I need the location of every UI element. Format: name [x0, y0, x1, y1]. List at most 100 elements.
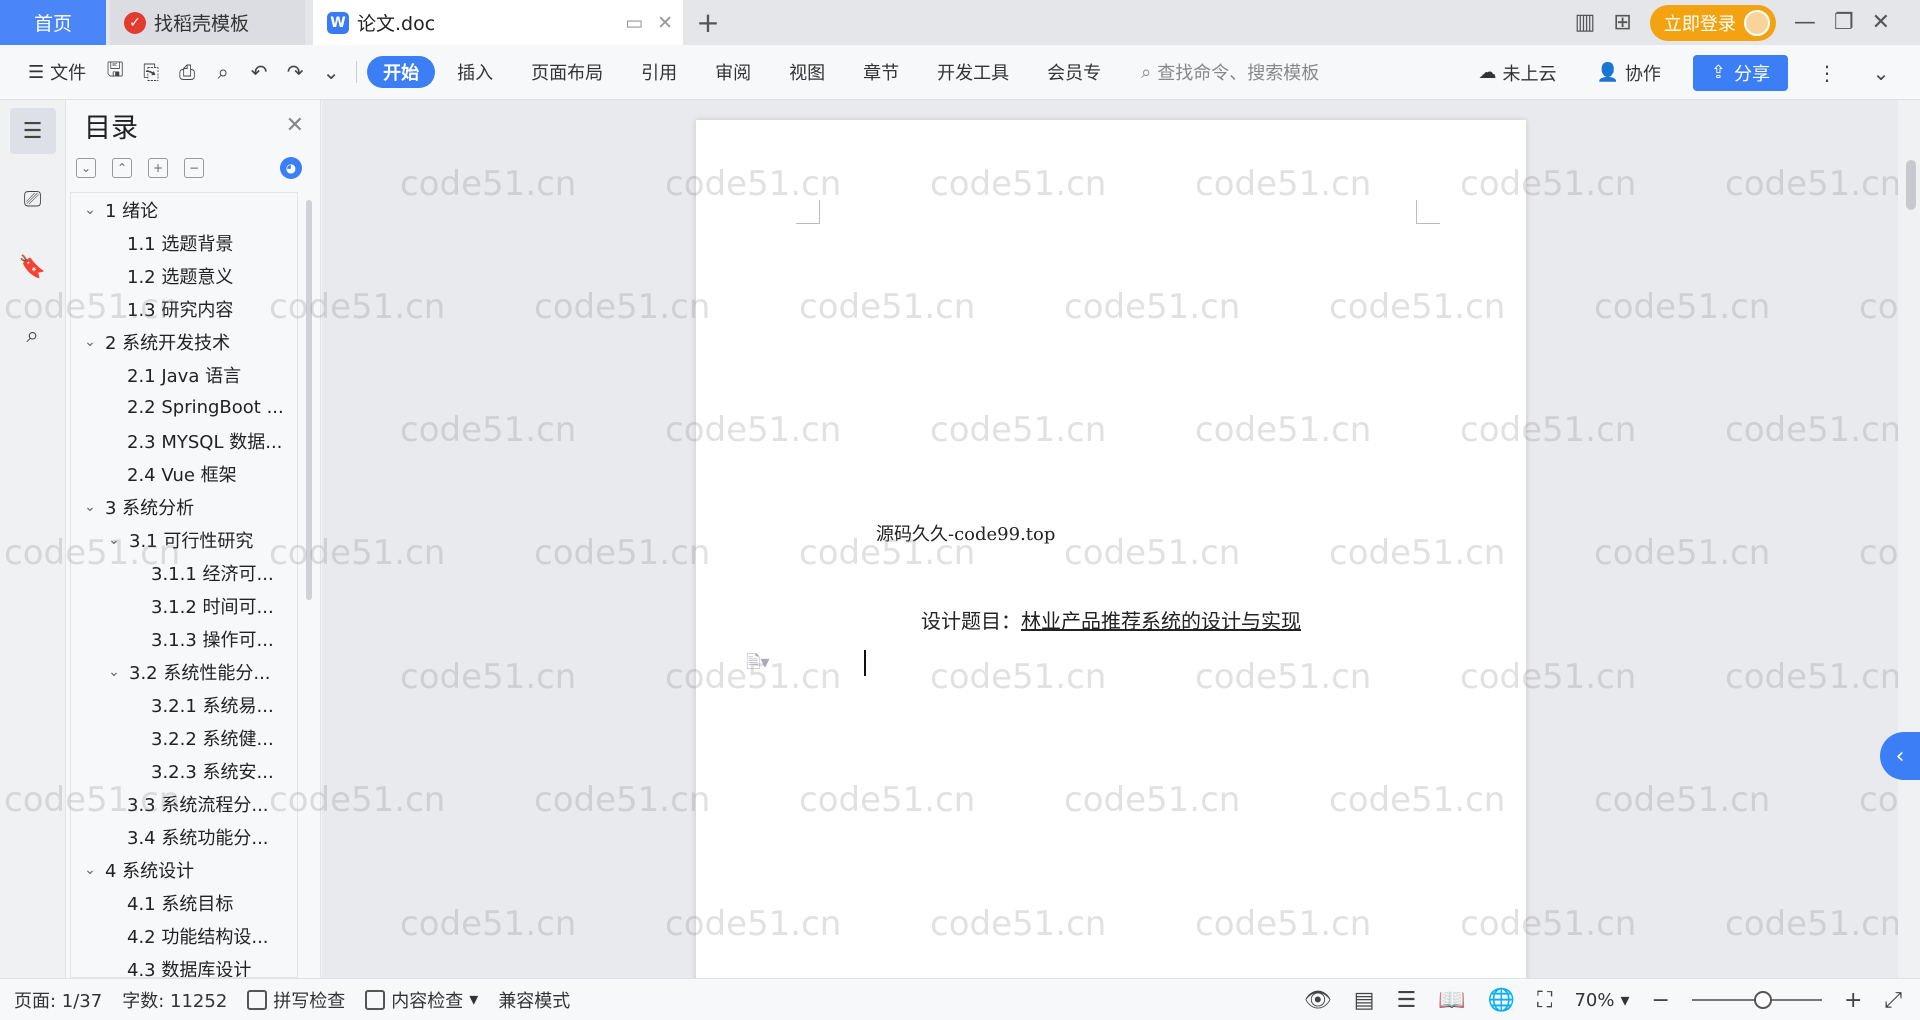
toc-item[interactable]: 3.4 系统功能分...: [71, 820, 297, 853]
add-level-icon[interactable]: +: [148, 158, 168, 178]
close-icon[interactable]: ✕: [286, 113, 304, 138]
toc-item[interactable]: 3.2.2 系统健...: [71, 721, 297, 754]
undo-icon[interactable]: ↶: [244, 57, 274, 87]
toc-item[interactable]: ⌄ 2 系统开发技术: [71, 325, 297, 358]
menu-tab-member[interactable]: 会员专: [1031, 56, 1117, 88]
menu-tab-view[interactable]: 视图: [773, 56, 841, 88]
menu-tab-home[interactable]: 开始: [367, 56, 436, 88]
side-panel-toggle[interactable]: ‹: [1880, 732, 1920, 780]
smart-toc-icon[interactable]: ◕: [280, 157, 302, 179]
print-preview-icon[interactable]: ⌕: [208, 57, 238, 87]
restore-icon[interactable]: ❐: [1834, 10, 1854, 35]
toc-item[interactable]: 4.1 系统目标: [71, 886, 297, 919]
page-view-icon[interactable]: ▤: [1354, 988, 1375, 1013]
toc-item[interactable]: 3.1.1 经济可...: [71, 556, 297, 589]
menu-tab-references[interactable]: 引用: [625, 56, 693, 88]
save-icon[interactable]: 🖫: [100, 57, 130, 87]
toc-item[interactable]: 2.4 Vue 框架: [71, 457, 297, 490]
redo-icon[interactable]: ↷: [280, 57, 310, 87]
toc-item[interactable]: 3.3 系统流程分...: [71, 787, 297, 820]
cloud-status-button[interactable]: ☁ 未上云: [1470, 55, 1564, 91]
toc-item[interactable]: 2.3 MYSQL 数据...: [71, 424, 297, 457]
bookmark-icon[interactable]: 🔖: [10, 244, 56, 290]
toc-item[interactable]: 2.2 SpringBoot ...: [71, 391, 297, 424]
word-count[interactable]: 字数: 11252: [122, 987, 227, 1013]
close-tab-icon[interactable]: ✕: [657, 12, 673, 34]
file-menu-button[interactable]: ☰ 文件: [20, 54, 94, 90]
layout-icon[interactable]: ▥: [1575, 10, 1596, 35]
chevron-down-icon[interactable]: ⌄: [81, 202, 99, 218]
toc-item[interactable]: 1.1 选题背景: [71, 226, 297, 259]
page-count[interactable]: 页面: 1/37: [14, 987, 102, 1013]
toc-item[interactable]: 3.2.1 系统易...: [71, 688, 297, 721]
toc-item[interactable]: 3.1.2 时间可...: [71, 589, 297, 622]
toc-item[interactable]: ⌄ 1 绪论: [71, 193, 297, 226]
toc-item[interactable]: 2.1 Java 语言: [71, 358, 297, 391]
toc-item[interactable]: 4.3 数据库设计: [71, 952, 297, 978]
tab-template[interactable]: ✓ 找稻壳模板: [110, 0, 305, 45]
share-button[interactable]: ⇪ 分享: [1692, 54, 1788, 91]
tab-home[interactable]: 首页: [0, 0, 106, 45]
remove-level-icon[interactable]: −: [184, 158, 204, 178]
export-pdf-icon[interactable]: ⎘: [136, 57, 166, 87]
reading-view-icon[interactable]: 📖: [1438, 988, 1465, 1013]
fullscreen-icon[interactable]: ⤢: [1884, 988, 1902, 1013]
chevron-down-icon[interactable]: ⌄: [316, 57, 346, 87]
menu-tab-review[interactable]: 审阅: [699, 56, 767, 88]
toc-item[interactable]: 3.2.3 系统安...: [71, 754, 297, 787]
tab-document[interactable]: W 论文.doc ▭ ✕: [313, 0, 683, 45]
content-check-button[interactable]: 内容检查 ▾: [365, 987, 478, 1013]
toc-item[interactable]: ⌄ 3 系统分析: [71, 490, 297, 523]
login-button[interactable]: 立即登录: [1649, 4, 1776, 41]
toc-item[interactable]: 4.2 功能结构设...: [71, 919, 297, 952]
print-icon[interactable]: ⎙: [172, 57, 202, 87]
toc-item[interactable]: ⌄ 3.1 可行性研究: [71, 523, 297, 556]
toc-item[interactable]: 3.1.3 操作可...: [71, 622, 297, 655]
spell-check-button[interactable]: 拼写检查: [247, 987, 345, 1013]
toc-scrollbar[interactable]: [306, 200, 312, 600]
toc-item-label: 4.3 数据库设计: [127, 959, 252, 978]
outline-view-icon[interactable]: ☰: [1397, 988, 1417, 1013]
eye-protection-icon[interactable]: 👁: [1304, 988, 1332, 1013]
toc-item[interactable]: ⌄ 4 系统设计: [71, 853, 297, 886]
chevron-down-icon[interactable]: ⌄: [81, 499, 99, 515]
navigation-icon[interactable]: ⎚: [10, 176, 56, 222]
collaborate-button[interactable]: 👤 协作: [1588, 55, 1668, 91]
zoom-in-icon[interactable]: +: [1844, 988, 1862, 1013]
collapse-ribbon-icon[interactable]: ⌄: [1866, 58, 1896, 88]
zoom-out-icon[interactable]: −: [1652, 988, 1670, 1013]
expand-all-icon[interactable]: ⌄: [76, 158, 96, 178]
chevron-down-icon[interactable]: ⌄: [105, 664, 123, 680]
close-window-icon[interactable]: ✕: [1872, 10, 1890, 35]
zoom-level[interactable]: 70% ▾: [1574, 990, 1629, 1011]
scrollbar-thumb[interactable]: [1906, 160, 1916, 210]
zoom-slider[interactable]: [1691, 991, 1822, 1009]
paragraph-menu-icon[interactable]: 🗎▾: [746, 650, 770, 680]
toc-item[interactable]: 1.3 研究内容: [71, 292, 297, 325]
menu-tab-developer[interactable]: 开发工具: [921, 56, 1025, 88]
toc-item[interactable]: ⌄ 3.2 系统性能分...: [71, 655, 297, 688]
new-tab-button[interactable]: +: [683, 0, 733, 45]
more-vertical-icon[interactable]: ⋮: [1812, 58, 1842, 88]
minimize-icon[interactable]: —: [1794, 10, 1816, 35]
screen-icon[interactable]: ▭: [625, 12, 643, 34]
find-icon[interactable]: ⌕: [10, 312, 56, 358]
command-search[interactable]: ⌕ 查找命令、搜索模板: [1141, 59, 1319, 85]
menu-tab-chapter[interactable]: 章节: [847, 56, 915, 88]
ribbon-toolbar: ☰ 文件 🖫 ⎘ ⎙ ⌕ ↶ ↷ ⌄ 开始 插入 页面布局 引用 审阅 视图 章…: [0, 45, 1920, 100]
document-page[interactable]: 源码久久-code99.top 设计题目：林业产品推荐系统的设计与实现 🗎▾: [696, 120, 1526, 978]
zoom-slider-handle[interactable]: [1753, 991, 1772, 1009]
toc-panel-icon[interactable]: ☰: [9, 108, 56, 154]
document-scrollbar[interactable]: [1898, 100, 1920, 978]
apps-grid-icon[interactable]: ⊞: [1613, 10, 1631, 35]
collapse-all-icon[interactable]: ⌃: [112, 158, 132, 178]
chevron-down-icon[interactable]: ⌄: [105, 532, 123, 548]
file-menu-label: 文件: [50, 63, 87, 84]
chevron-down-icon[interactable]: ⌄: [81, 862, 99, 878]
web-view-icon[interactable]: 🌐: [1488, 988, 1515, 1013]
fit-page-icon[interactable]: ⛶: [1537, 988, 1552, 1013]
menu-tab-insert[interactable]: 插入: [441, 56, 509, 88]
chevron-down-icon[interactable]: ⌄: [81, 334, 99, 350]
menu-tab-layout[interactable]: 页面布局: [515, 56, 619, 88]
toc-item[interactable]: 1.2 选题意义: [71, 259, 297, 292]
